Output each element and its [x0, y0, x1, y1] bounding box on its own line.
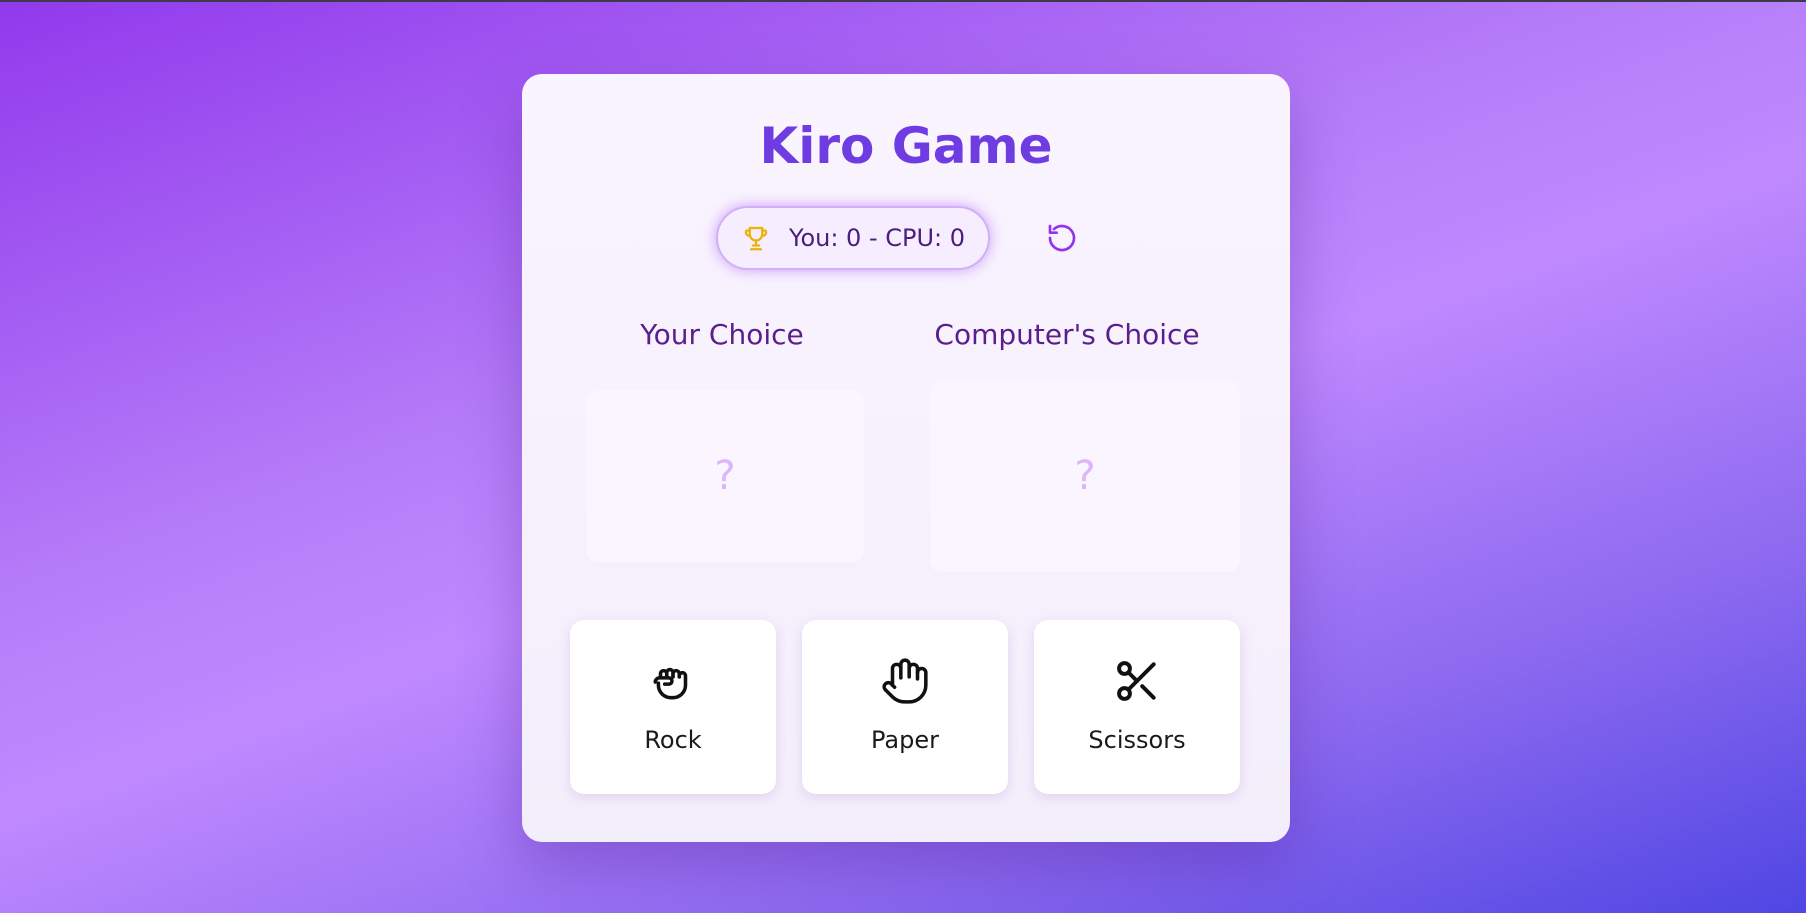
score-badge: You: 0 - CPU: 0: [716, 206, 990, 270]
reset-button[interactable]: [1042, 218, 1082, 258]
scissors-label: Scissors: [1088, 726, 1186, 754]
reset-icon: [1048, 224, 1076, 252]
computer-choice-label: Computer's Choice: [934, 318, 1200, 351]
your-choice-label: Your Choice: [640, 318, 804, 351]
rock-button[interactable]: Rock: [570, 620, 776, 794]
scissors-button[interactable]: Scissors: [1034, 620, 1240, 794]
your-choice-display: ?: [586, 390, 864, 562]
window-top-border: [0, 0, 1806, 2]
score-text: You: 0 - CPU: 0: [788, 224, 966, 252]
rock-label: Rock: [644, 726, 702, 754]
computer-choice-value: ?: [1074, 453, 1096, 499]
computer-choice-display: ?: [930, 380, 1240, 572]
game-title: Kiro Game: [759, 117, 1053, 175]
trophy-icon: [744, 226, 768, 251]
paper-label: Paper: [871, 726, 939, 754]
paper-button[interactable]: Paper: [802, 620, 1008, 794]
scissors-icon: [1117, 661, 1156, 701]
rock-fist-icon: [653, 667, 688, 700]
your-choice-value: ?: [714, 453, 736, 499]
paper-hand-icon: [882, 658, 928, 704]
game-card: Kiro Game You: 0 - CPU: 0 Your Choice Co…: [522, 74, 1290, 842]
